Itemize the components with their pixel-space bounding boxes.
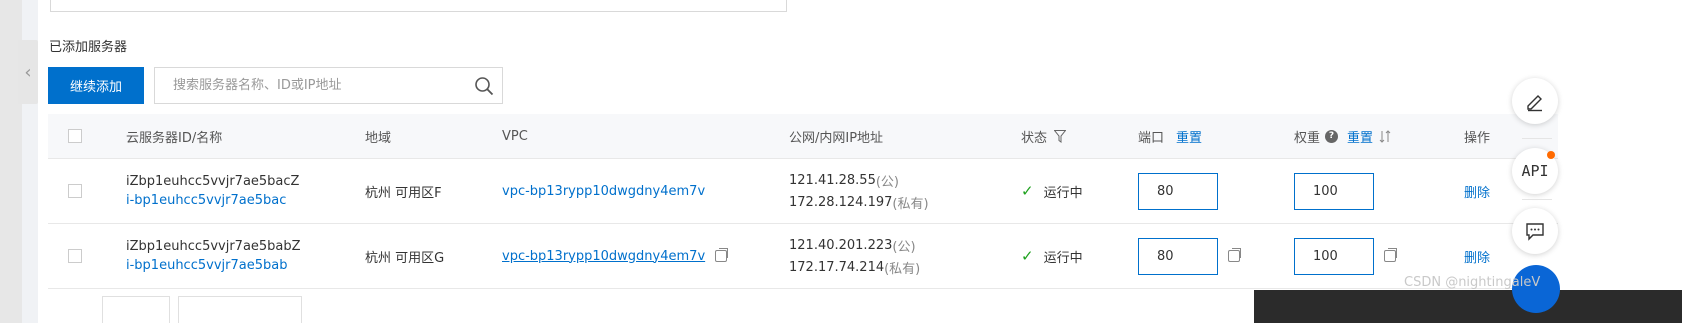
region: 杭州 可用区F <box>365 185 442 201</box>
col-vpc: VPC <box>502 128 528 144</box>
port-input[interactable]: 80 <box>1138 172 1218 210</box>
api-label: API <box>1521 162 1549 180</box>
delete-link[interactable]: 删除 <box>1464 247 1490 266</box>
feedback-button[interactable] <box>1512 208 1558 254</box>
edit-button[interactable] <box>1512 78 1558 124</box>
private-tag: (私有) <box>884 261 921 277</box>
region: 杭州 可用区G <box>365 250 445 266</box>
check-icon: ✓ <box>1021 182 1034 200</box>
pagination-control[interactable] <box>102 296 170 323</box>
col-action: 操作 <box>1464 130 1491 146</box>
server-table: 云服务器ID/名称 地域 VPC 公网/内网IP地址 状态 端口 重置 权重 ?… <box>48 114 1558 289</box>
top-input-field[interactable] <box>50 0 787 12</box>
col-weight: 权重 <box>1294 130 1321 146</box>
server-id-link[interactable]: i-bp1euhcc5vvjr7ae5bab <box>126 258 301 273</box>
search-input[interactable] <box>155 68 466 103</box>
server-name: iZbp1euhcc5vvjr7ae5babZ <box>126 239 301 254</box>
vpc-link[interactable]: vpc-bp13rypp10dwgdny4em7v <box>502 249 705 264</box>
row-checkbox[interactable] <box>68 249 82 263</box>
rail-divider <box>1522 199 1552 200</box>
collapse-sidebar-button[interactable]: ‹ <box>18 40 38 104</box>
weight-input[interactable]: 100 <box>1294 172 1374 210</box>
section-title: 已添加服务器 <box>49 40 128 55</box>
table-header: 云服务器ID/名称 地域 VPC 公网/内网IP地址 状态 端口 重置 权重 ?… <box>48 114 1558 159</box>
server-search-box <box>154 67 503 104</box>
public-ip: 121.40.201.223 <box>789 237 893 253</box>
server-id-link[interactable]: i-bp1euhcc5vvjr7ae5bac <box>126 193 299 208</box>
chat-icon <box>1524 220 1546 242</box>
weight-input[interactable]: 100 <box>1294 237 1374 275</box>
private-ip: 172.28.124.197 <box>789 194 893 210</box>
select-all-checkbox[interactable] <box>68 129 82 143</box>
copy-icon[interactable] <box>1228 248 1241 262</box>
copy-icon[interactable] <box>715 248 729 262</box>
private-tag: (私有) <box>892 196 929 212</box>
private-ip: 172.17.74.214 <box>789 259 885 275</box>
watermark: CSDN @nightingaleV <box>1404 275 1541 290</box>
col-region: 地域 <box>365 130 392 146</box>
filter-icon[interactable] <box>1054 129 1067 143</box>
check-icon: ✓ <box>1021 247 1034 265</box>
chevron-left-icon: ‹ <box>24 61 32 83</box>
status-text: 运行中 <box>1043 250 1083 266</box>
col-server: 云服务器ID/名称 <box>126 130 223 146</box>
status-text: 运行中 <box>1043 185 1083 201</box>
col-status: 状态 <box>1021 130 1048 146</box>
vpc-link[interactable]: vpc-bp13rypp10dwgdny4em7v <box>502 184 705 199</box>
notification-dot <box>1547 151 1555 159</box>
weight-reset-link[interactable]: 重置 <box>1347 127 1373 146</box>
sort-icon[interactable] <box>1379 129 1391 143</box>
continue-add-button[interactable]: 继续添加 <box>48 67 144 104</box>
col-port: 端口 <box>1138 130 1165 146</box>
table-row: iZbp1euhcc5vvjr7ae5bacZ i-bp1euhcc5vvjr7… <box>48 159 1558 224</box>
rail-divider <box>1522 138 1552 139</box>
table-row: iZbp1euhcc5vvjr7ae5babZ i-bp1euhcc5vvjr7… <box>48 224 1558 289</box>
delete-link[interactable]: 删除 <box>1464 182 1490 201</box>
port-reset-link[interactable]: 重置 <box>1176 127 1202 146</box>
row-checkbox[interactable] <box>68 184 82 198</box>
pagination-control[interactable] <box>178 296 302 323</box>
public-ip: 121.41.28.55 <box>789 172 876 188</box>
copy-icon[interactable] <box>1384 248 1397 262</box>
help-icon[interactable]: ? <box>1325 129 1339 143</box>
port-input[interactable]: 80 <box>1138 237 1218 275</box>
server-name: iZbp1euhcc5vvjr7ae5bacZ <box>126 174 300 189</box>
search-icon[interactable] <box>466 76 502 96</box>
pencil-icon <box>1524 90 1546 112</box>
public-tag: (公) <box>875 174 899 190</box>
right-rail <box>1568 0 1682 323</box>
public-tag: (公) <box>892 239 916 255</box>
bottom-dark-bar <box>1254 290 1682 323</box>
col-ip: 公网/内网IP地址 <box>789 130 884 146</box>
main-panel: 已添加服务器 继续添加 云服务器ID/名称 地域 VPC 公网/内网IP地址 状… <box>38 0 1568 323</box>
